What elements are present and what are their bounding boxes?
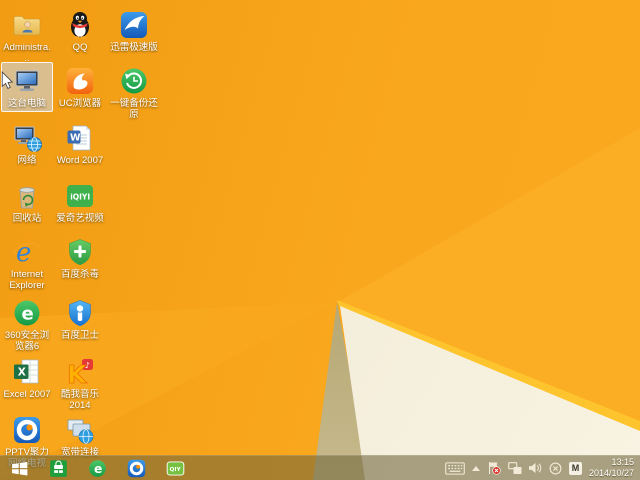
desktop-icon-label: 网络	[17, 155, 37, 166]
desktop: Administra... QQ 迅雷极速版 这台电脑 UC浏览器 一键备份还原…	[0, 0, 640, 480]
user-folder-icon	[11, 9, 43, 41]
volume-icon[interactable]	[528, 462, 542, 474]
desktop-icon-admin-folder[interactable]: Administra...	[1, 6, 53, 67]
restore-clock-icon	[118, 65, 150, 97]
desktop-icon-label: 这台电脑	[7, 98, 46, 109]
clock[interactable]: 13:15 2014/10/27	[589, 457, 634, 479]
desktop-icon-label: Internet Explorer	[9, 269, 45, 291]
green-shield-plus-icon	[64, 236, 96, 268]
recycle-bin-icon	[11, 180, 43, 212]
desktop-icon-label: Word 2007	[56, 155, 104, 166]
desktop-icon-label: 迅雷极速版	[110, 42, 158, 53]
desktop-icon-word-2007[interactable]: W Word 2007	[54, 119, 106, 169]
desktop-icon-network[interactable]: 网络	[1, 119, 53, 169]
svg-text:iQIYI: iQIYI	[70, 193, 90, 202]
desktop-icon-label: 酷我音乐 2014	[60, 389, 99, 411]
iqiyi-logo-icon: iQIYI	[64, 180, 96, 212]
desktop-icon-uc-browser[interactable]: UC浏览器	[54, 62, 106, 112]
uc-squirrel-icon	[64, 65, 96, 97]
kuwo-k-note-icon: ♪ K	[64, 356, 96, 388]
computer-monitor-icon	[11, 65, 43, 97]
taskbar-iqiyi[interactable]: QIY	[163, 457, 187, 479]
pptv-logo-icon	[11, 414, 43, 446]
taskbar-windows-store[interactable]	[46, 457, 70, 479]
ie-logo-icon: e	[11, 236, 43, 268]
iqiyi-logo-icon: QIY	[166, 460, 184, 476]
desktop-icon-360-browser[interactable]: e 360安全浏览器6	[1, 294, 53, 355]
desktop-icon-backup-restore[interactable]: 一键备份还原	[104, 62, 164, 123]
desktop-icon-baidu-weishi[interactable]: 百度卫士	[54, 294, 106, 344]
svg-text:e: e	[22, 304, 34, 325]
desktop-icon-this-pc[interactable]: 这台电脑	[1, 62, 53, 112]
taskbar-360-browser[interactable]: e	[85, 457, 109, 479]
desktop-icon-label: Administra...	[3, 42, 51, 64]
action-center-alert-icon[interactable]	[487, 461, 501, 475]
network-tray-icon[interactable]	[508, 461, 522, 475]
qq-penguin-icon	[64, 9, 96, 41]
clock-time: 13:15	[611, 457, 634, 467]
blue-shield-icon	[64, 297, 96, 329]
excel-spreadsheet-icon: X	[11, 356, 43, 388]
svg-text:X: X	[18, 367, 26, 379]
desktop-icon-label: 一键备份还原	[110, 98, 158, 120]
desktop-icon-baidu-antivirus[interactable]: 百度杀毒	[54, 233, 106, 283]
desktop-icon-excel-2007[interactable]: X Excel 2007	[1, 353, 53, 403]
broadband-connection-icon	[64, 414, 96, 446]
green-e-circle-icon: e	[11, 297, 43, 329]
taskbar-apps: e QIY	[0, 457, 187, 479]
svg-text:e: e	[94, 461, 102, 475]
network-globe-icon	[11, 122, 43, 154]
ime-indicator[interactable]: M	[568, 461, 582, 475]
start-button[interactable]	[7, 457, 31, 479]
windows-logo-icon	[11, 461, 27, 475]
pptv-logo-icon	[127, 459, 145, 477]
taskbar: e QIY M 13:15 2014/10/27	[0, 455, 640, 480]
safely-remove-icon[interactable]	[549, 462, 562, 475]
desktop-icon-iqiyi-video[interactable]: iQIYI 爱奇艺视频	[54, 177, 106, 227]
word-document-icon: W	[64, 122, 96, 154]
desktop-icon-label: 回收站	[12, 213, 42, 224]
green-e-circle-icon: e	[88, 459, 106, 477]
system-tray: M 13:15 2014/10/27	[445, 457, 640, 479]
touch-keyboard-icon[interactable]	[445, 461, 465, 475]
svg-text:QIY: QIY	[169, 466, 181, 472]
desktop-icon-label: QQ	[72, 42, 88, 53]
taskbar-pptv[interactable]	[124, 457, 148, 479]
desktop-icon-label: 百度卫士	[60, 330, 99, 341]
hidden-icons-chevron-icon[interactable]	[471, 465, 480, 471]
desktop-icon-recycle-bin[interactable]: 回收站	[1, 177, 53, 227]
desktop-icon-xunlei[interactable]: 迅雷极速版	[104, 6, 164, 56]
desktop-icon-internet-explorer[interactable]: e Internet Explorer	[1, 233, 53, 294]
desktop-icon-label: 360安全浏览器6	[4, 330, 50, 352]
store-icon	[49, 459, 67, 477]
desktop-icon-label: Excel 2007	[3, 389, 51, 400]
desktop-icon-qq[interactable]: QQ	[54, 6, 106, 56]
svg-text:K: K	[67, 360, 88, 388]
desktop-icon-label: UC浏览器	[58, 98, 102, 109]
svg-text:W: W	[70, 133, 81, 144]
desktop-icon-label: 百度杀毒	[60, 269, 99, 280]
desktop-icon-kuwo-music[interactable]: ♪ K 酷我音乐 2014	[54, 353, 106, 414]
svg-text:e: e	[16, 238, 31, 268]
clock-date: 2014/10/27	[588, 468, 634, 478]
thunder-bird-icon	[118, 9, 150, 41]
desktop-icon-label: 爱奇艺视频	[56, 213, 104, 224]
desktop-icon-broadband[interactable]: 宽带连接	[54, 411, 106, 461]
